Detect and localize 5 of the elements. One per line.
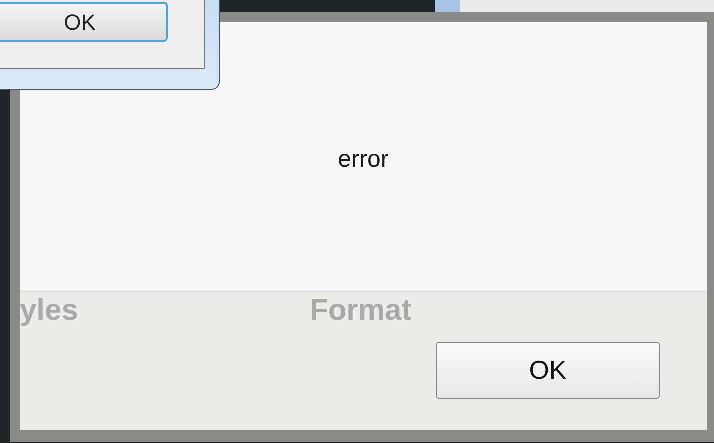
faded-label: Format bbox=[310, 294, 412, 328]
faded-label: yles bbox=[20, 294, 78, 328]
error-message: error bbox=[338, 146, 389, 174]
ok-button[interactable]: OK bbox=[436, 342, 660, 399]
ok-button[interactable]: OK bbox=[0, 2, 168, 42]
